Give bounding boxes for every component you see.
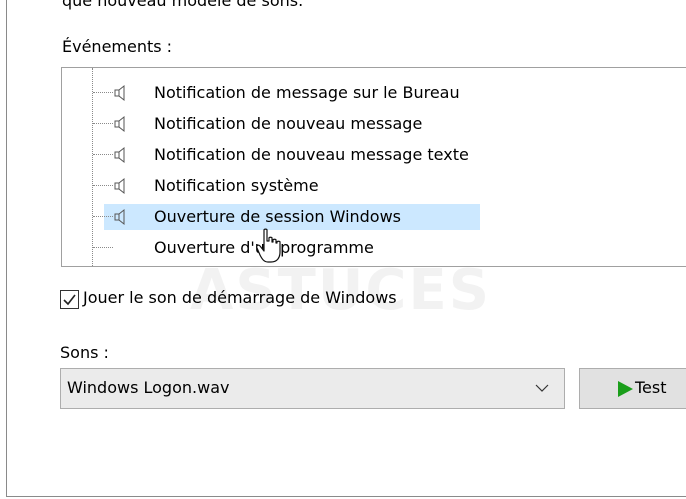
- sounds-label: Sons :: [60, 343, 109, 362]
- event-label: Notification de nouveau message texte: [154, 145, 469, 164]
- hand-cursor-icon: [256, 228, 281, 263]
- event-label: Notification de message sur le Bureau: [154, 83, 460, 102]
- speaker-icon: [114, 115, 125, 133]
- speaker-icon: [114, 177, 125, 195]
- event-label: Notification de nouveau message: [154, 114, 423, 133]
- tree-branch: [93, 247, 113, 248]
- sound-select[interactable]: Windows Logon.wav: [60, 368, 565, 409]
- speaker-icon: [114, 208, 125, 226]
- startup-sound-checkbox[interactable]: [60, 290, 79, 309]
- speaker-icon: [114, 84, 125, 102]
- tree-branch: [93, 92, 113, 93]
- test-button[interactable]: Test: [579, 368, 686, 409]
- list-item[interactable]: Notification de nouveau message texte: [62, 140, 686, 170]
- list-item[interactable]: Notification de nouveau message: [62, 109, 686, 139]
- sound-select-value: Windows Logon.wav: [67, 378, 230, 397]
- speaker-icon: [114, 146, 125, 164]
- chevron-down-icon: [535, 384, 549, 392]
- events-label: Événements :: [62, 37, 173, 56]
- play-icon: [618, 381, 633, 397]
- events-list[interactable]: Notification de message sur le Bureau No…: [61, 67, 686, 267]
- sound-settings-dialog: que nouveau modèle de sons. Événements :…: [0, 0, 686, 499]
- tree-branch: [93, 123, 113, 124]
- tree-branch: [93, 154, 113, 155]
- description-text: que nouveau modèle de sons.: [62, 0, 304, 10]
- list-item[interactable]: Notification système: [62, 171, 686, 201]
- startup-sound-label[interactable]: Jouer le son de démarrage de Windows: [83, 288, 397, 307]
- event-label: Ouverture de session Windows: [154, 207, 402, 226]
- checkmark-icon: [63, 294, 76, 306]
- list-item-selected[interactable]: Ouverture de session Windows: [62, 202, 686, 232]
- tree-branch: [93, 216, 113, 217]
- test-button-label: Test: [635, 378, 667, 397]
- tree-branch: [93, 185, 113, 186]
- event-label: Notification système: [154, 176, 319, 195]
- list-item[interactable]: Notification de message sur le Bureau: [62, 78, 686, 108]
